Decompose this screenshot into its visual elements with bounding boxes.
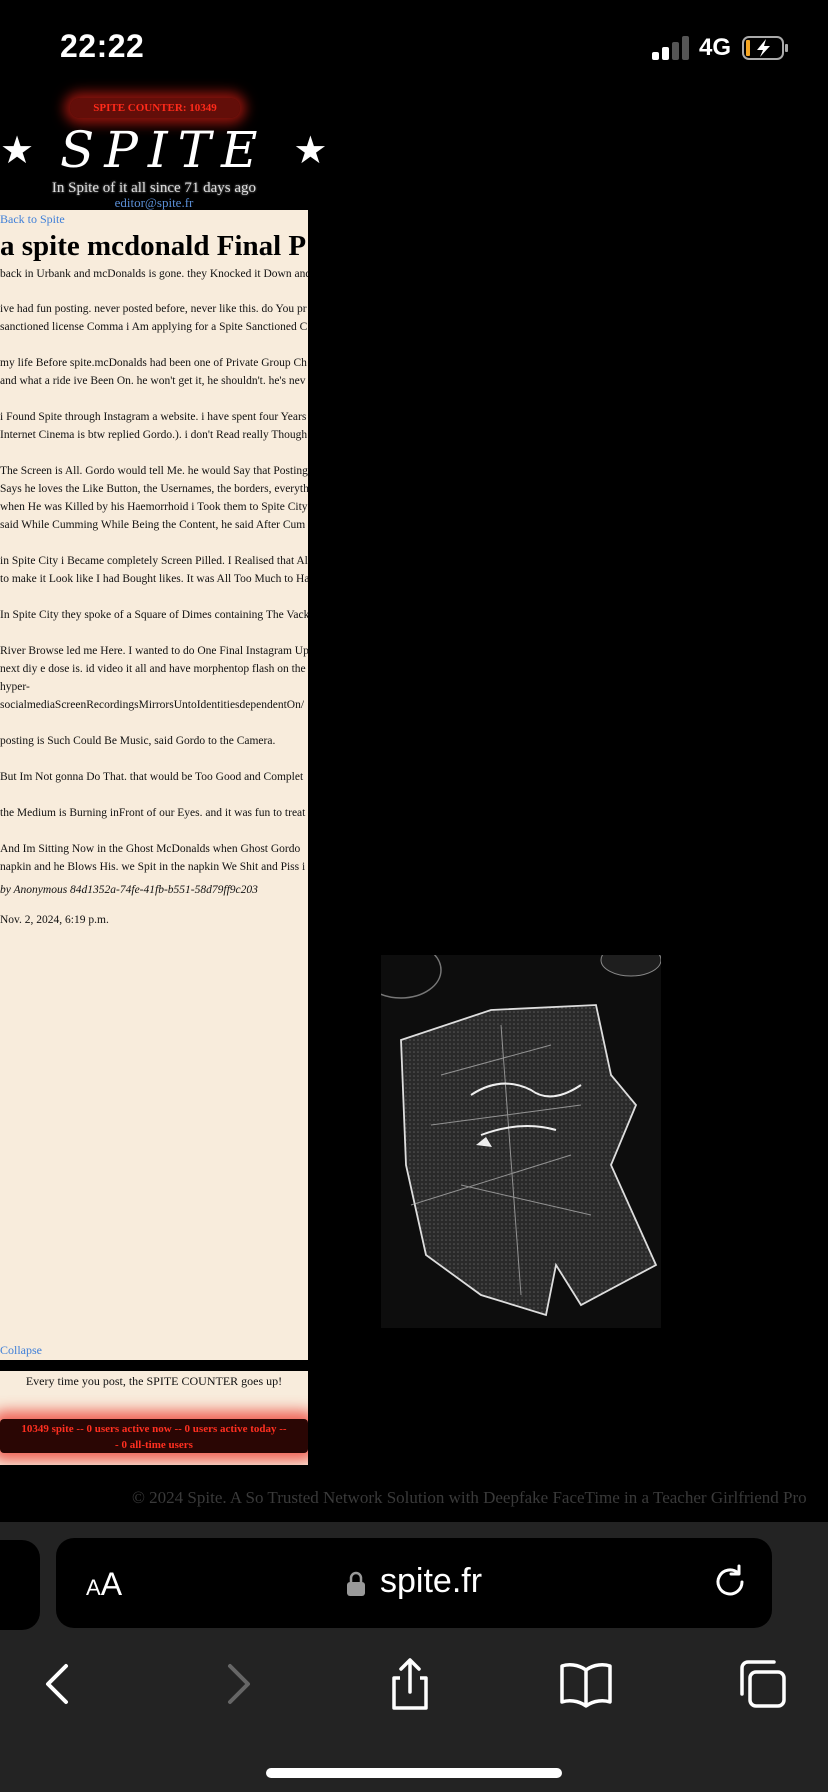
- article-line: i Found Spite through Instagram a websit…: [0, 411, 307, 423]
- text-size-button[interactable]: AA: [86, 1566, 122, 1603]
- home-indicator[interactable]: [266, 1768, 562, 1778]
- article-line: the Medium is Burning inFront of our Eye…: [0, 807, 306, 819]
- article-panel: Back to Spite a spite mcdonald Final P b…: [0, 210, 308, 1360]
- article-date: Nov. 2, 2024, 6:19 p.m.: [0, 914, 109, 926]
- logo-text: SPITE: [59, 121, 268, 179]
- star-icon: ★: [0, 128, 35, 172]
- article-line: to make it Look like I had Bought likes.…: [0, 573, 308, 585]
- article-line: River Browse led me Here. I wanted to do…: [0, 645, 308, 657]
- text-size-small-glyph: A: [86, 1575, 101, 1600]
- lock-icon: [347, 1571, 365, 1596]
- editor-email-link[interactable]: editor@spite.fr: [0, 196, 308, 210]
- article-line: The Screen is All. Gordo would tell Me. …: [0, 465, 308, 477]
- article-line: ive had fun posting. never posted before…: [0, 303, 307, 315]
- signal-icon: [652, 36, 690, 60]
- forward-icon[interactable]: [210, 1656, 266, 1712]
- article-line: sanctioned license Comma i Am applying f…: [0, 321, 308, 333]
- status-bar: 22:22 4G: [0, 0, 828, 96]
- users-active-banner: 10349 spite -- 0 users active now -- 0 u…: [0, 1419, 308, 1453]
- napkin-photo: [381, 955, 661, 1328]
- address-bar[interactable]: AA spite.fr: [56, 1538, 772, 1628]
- article-line: Says he loves the Like Button, the Usern…: [0, 483, 308, 495]
- status-time: 22:22: [60, 28, 145, 64]
- tabs-icon[interactable]: [734, 1656, 790, 1712]
- article-line: And Im Sitting Now in the Ghost McDonald…: [0, 843, 301, 855]
- text-size-large-glyph: A: [100, 1566, 123, 1602]
- counter-promo-text: Every time you post, the SPITE COUNTER g…: [25, 1374, 283, 1388]
- collapse-link[interactable]: Collapse: [0, 1343, 42, 1358]
- article-line: and what a ride ive Been On. he won't ge…: [0, 375, 306, 387]
- users-active-text: 10349 spite -- 0 users active now -- 0 u…: [2, 1421, 306, 1453]
- url-text[interactable]: spite.fr: [380, 1562, 482, 1601]
- article-line: next diy e dose is. id video it all and …: [0, 663, 306, 675]
- article-line: said While Cumming While Being the Conte…: [0, 519, 306, 531]
- share-icon[interactable]: [382, 1656, 438, 1712]
- article-line: In Spite City they spoke of a Square of …: [0, 609, 308, 621]
- battery-charging-icon: [742, 36, 788, 60]
- network-type: 4G: [699, 34, 732, 61]
- article-line: Internet Cinema is btw replied Gordo.). …: [0, 429, 308, 441]
- article-line: socialmediaScreenRecordingsMirrorsUntoId…: [0, 699, 305, 711]
- users-active-line: 10349 spite -- 0 users active now -- 0 u…: [21, 1423, 287, 1435]
- site-tagline: In Spite of it all since 71 days ago: [51, 180, 257, 196]
- users-active-line: - 0 all-time users: [115, 1439, 193, 1451]
- counter-panel: Every time you post, the SPITE COUNTER g…: [0, 1371, 308, 1465]
- article-byline: by Anonymous 84d1352a-74fe-41fb-b551-58d…: [0, 884, 258, 896]
- reload-icon[interactable]: [710, 1562, 750, 1602]
- article-line: back in Urbank and mcDonalds is gone. th…: [0, 268, 308, 280]
- bookmarks-icon[interactable]: [558, 1656, 614, 1712]
- site-footer: © 2024 Spite. A So Trusted Network Solut…: [132, 1488, 807, 1507]
- site-header: SPITE COUNTER: 10349 ★ SPITE ★ In Spite …: [0, 96, 327, 210]
- spite-logo[interactable]: ★ SPITE ★: [0, 120, 327, 180]
- star-icon: ★: [293, 128, 328, 172]
- article-line: posting is Such Could Be Music, said Gor…: [0, 735, 276, 747]
- article-line: in Spite City i Became completely Screen…: [0, 555, 308, 567]
- article-line: hyper-: [0, 681, 30, 693]
- browser-toolbar: AA spite.fr: [0, 1522, 828, 1792]
- article-line: when He was Killed by his Haemorrhoid i …: [0, 501, 308, 513]
- back-to-spite-link[interactable]: Back to Spite: [0, 212, 65, 227]
- back-icon[interactable]: [30, 1656, 86, 1712]
- article-line: napkin and he Blows His. we Spit in the …: [0, 861, 306, 873]
- article-title: a spite mcdonald Final P: [0, 230, 307, 262]
- article-line: my life Before spite.mcDonalds had been …: [0, 357, 307, 369]
- spite-counter: SPITE COUNTER: 10349: [70, 98, 240, 118]
- previous-tab-preview[interactable]: [0, 1540, 40, 1630]
- article-line: But Im Not gonna Do That. that would be …: [0, 771, 304, 783]
